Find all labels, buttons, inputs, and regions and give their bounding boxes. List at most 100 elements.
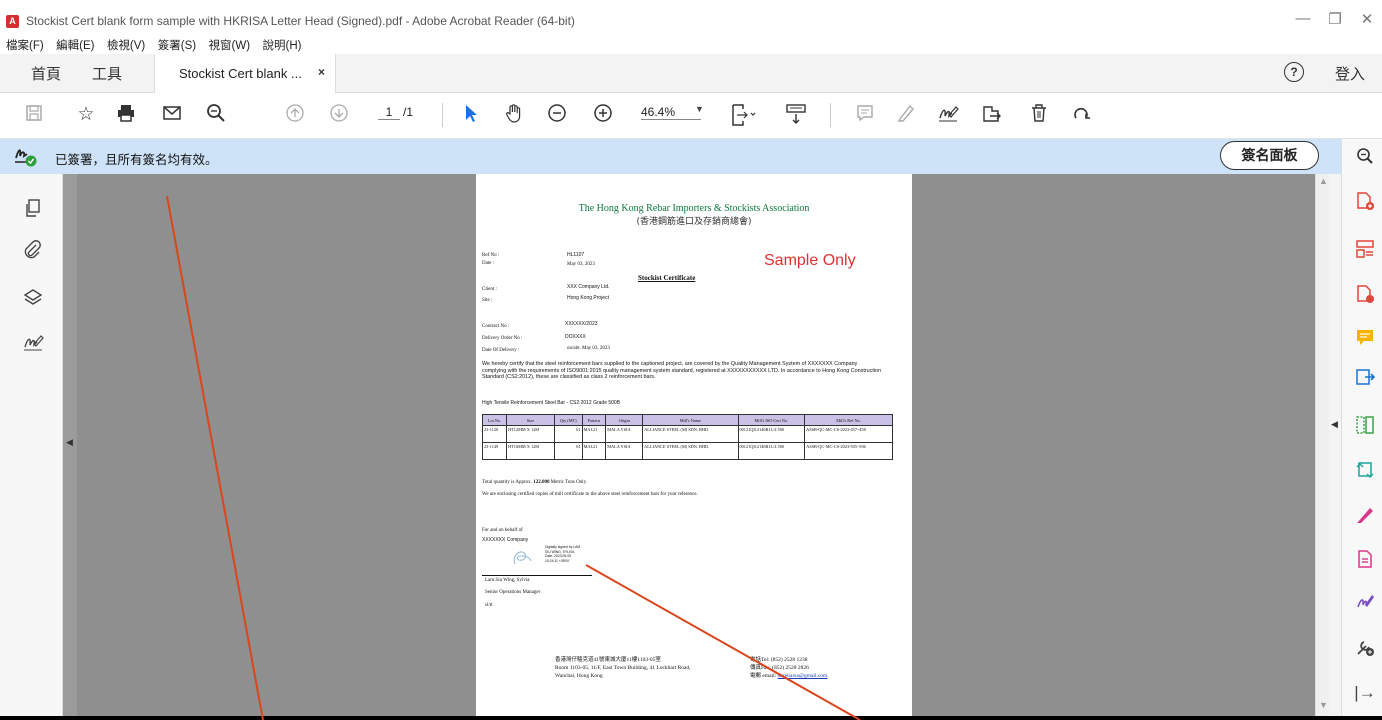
menu-edit[interactable]: 編輯(E) [56,37,94,55]
email-icon[interactable] [160,103,184,127]
digital-signature-stamp[interactable]: Digitally signed by LAM SIU WING, SYLVIA… [507,542,597,570]
page-thumbnails-icon[interactable] [22,198,44,220]
more-tools-icon[interactable] [1354,637,1376,659]
page-number-input[interactable]: 1 [378,105,400,120]
menu-window[interactable]: 視窗(W) [209,37,251,55]
menu-file[interactable]: 檔案(F) [6,37,44,55]
table-cell: MAL21 [581,425,607,443]
expand-pane-icon[interactable]: |→ [1354,682,1376,704]
next-page-icon[interactable] [327,103,351,127]
menu-bar: 檔案(F) 編輯(E) 檢視(V) 簽署(S) 視窗(W) 說明(H) [0,36,1382,54]
table-cell: 00121QI12146R1L/4 500 [737,425,806,443]
tab-close-icon[interactable]: × [318,65,325,79]
right-tools-pane: |→ [1341,139,1382,716]
table-header: Mill's ISO Cert No. [737,414,806,426]
convert-pdf-icon[interactable] [1354,459,1376,481]
toolbar-separator [830,103,831,127]
comment-icon[interactable] [853,103,877,127]
share-export-icon[interactable] [979,103,1003,127]
table-header: Mill's Name [642,414,739,426]
chevron-left-icon: ◀ [1331,419,1338,429]
email-link[interactable]: hkrebarsa@gmail.com [778,673,828,679]
prev-page-icon[interactable] [283,103,307,127]
date-of-delivery-label: Date Of Delivery : [482,348,520,353]
fill-sign-icon[interactable] [936,103,960,127]
ref-label: Ref No : [482,253,500,258]
tab-home[interactable]: 首頁 [31,63,61,84]
digital-sig-line: 15:24:11 +08'00' [545,558,570,563]
search-tools-icon[interactable] [1354,147,1376,169]
signatures-panel-icon[interactable] [22,332,44,354]
table-header: Size [506,414,555,426]
page-fit-icon[interactable] [730,103,756,127]
fill-and-sign-tool-icon[interactable] [1354,505,1376,527]
create-pdf-icon[interactable] [1354,191,1376,213]
chevron-down-icon: ▼ [695,104,704,114]
restore-button[interactable]: ❐ [1320,10,1350,28]
minimize-button[interactable]: — [1288,10,1318,27]
edit-pdf-icon[interactable] [1354,284,1376,306]
attachments-paperclip-icon[interactable] [22,240,44,262]
footer-fax: 傳真Fax: (852) 2528 2826 [750,665,809,671]
table-cell: HT16MM X 12M [506,442,555,460]
vertical-scrollbar[interactable]: ▲ ▼ [1315,174,1330,716]
tab-tools[interactable]: 工具 [92,63,122,84]
close-window-button[interactable]: ✕ [1352,10,1382,28]
menu-help[interactable]: 說明(H) [263,37,302,55]
certification-paragraph: We hereby certify that the steel reinfor… [482,361,882,381]
left-pane-collapse-handle[interactable]: ◀ [63,174,77,716]
site-label: Site : [482,298,493,303]
acrobat-app-icon: A [6,15,19,28]
table-cell: 23-1120 [481,425,508,443]
client-label: Client : [482,287,497,292]
zoom-out-icon[interactable] [545,103,569,127]
delivery-order-value: DOXXXX [565,334,586,340]
select-cursor-icon[interactable] [459,103,483,127]
signer-name: Lam Siu Wing, Sylvia [485,578,530,583]
delete-trash-icon[interactable] [1027,103,1051,127]
save-icon[interactable] [22,103,46,127]
footer-address-en-2: Wanchai, Hong Kong [555,673,603,679]
zoom-in-icon[interactable] [591,103,615,127]
login-button[interactable]: 登入 [1335,63,1365,84]
highlight-pen-icon[interactable] [894,103,918,127]
table-cell: HT12MM X 12M [506,425,555,443]
comment-tool-icon[interactable] [1354,327,1376,349]
organize-pages-icon[interactable] [1354,239,1376,261]
help-icon[interactable]: ? [1284,62,1304,82]
menu-sign[interactable]: 簽署(S) [158,37,196,55]
toolbar-separator [442,103,443,127]
association-name-en: The Hong Kong Rebar Importers & Stockist… [578,203,810,214]
certificates-pen-icon[interactable] [1354,591,1376,613]
bookmark-star-icon[interactable]: ☆ [74,103,98,127]
table-cell: MALA YSIA [605,425,644,443]
print-icon[interactable] [114,103,138,127]
hand-tool-icon[interactable] [502,103,526,127]
menu-view[interactable]: 檢視(V) [107,37,145,55]
search-zoom-icon[interactable] [204,103,228,127]
scroll-mode-icon[interactable] [784,103,808,127]
total-prefix: Total quantity is Approx. [482,480,532,485]
export-pdf-icon[interactable] [1354,367,1376,389]
scroll-up-icon[interactable]: ▲ [1319,176,1328,186]
total-quantity-line: Total quantity is Approx. 122.000 Metric… [482,480,587,485]
zoom-level-select[interactable]: 46.4% ▼ [641,104,704,120]
layers-icon[interactable] [22,288,44,310]
tab-document[interactable]: Stockist Cert blank ... × [154,54,336,93]
scroll-down-icon[interactable]: ▼ [1319,700,1328,710]
compare-files-icon[interactable] [1354,415,1376,437]
table-header: Mill's Ref No. [804,414,893,426]
send-for-signature-icon[interactable] [1354,549,1376,571]
total-value: 122.000 [533,480,550,485]
right-pane-collapse-handle[interactable]: ◀ [1329,174,1341,716]
signature-panel-button[interactable]: 簽名面板 [1220,141,1319,170]
association-name-zh: (香港鋼筋進口及存銷商總會) [636,217,752,227]
table-cell: 61 [553,442,583,460]
tab-bar: 首頁 工具 Stockist Cert blank ... × ? 登入 [0,54,1382,93]
rotate-icon[interactable] [1069,103,1093,127]
total-suffix: Metric Tons Only. [550,480,588,485]
acrobat-window: A Stockist Cert blank form sample with H… [0,0,1382,716]
tab-document-label: Stockist Cert blank ... [179,66,302,81]
footer-address-zh: 香港灣仔駱克道41號東城大廈11樓1103-05室 [555,657,661,663]
steel-grade-heading: High Tensile Reinforcement Steel Bar - C… [482,400,621,406]
